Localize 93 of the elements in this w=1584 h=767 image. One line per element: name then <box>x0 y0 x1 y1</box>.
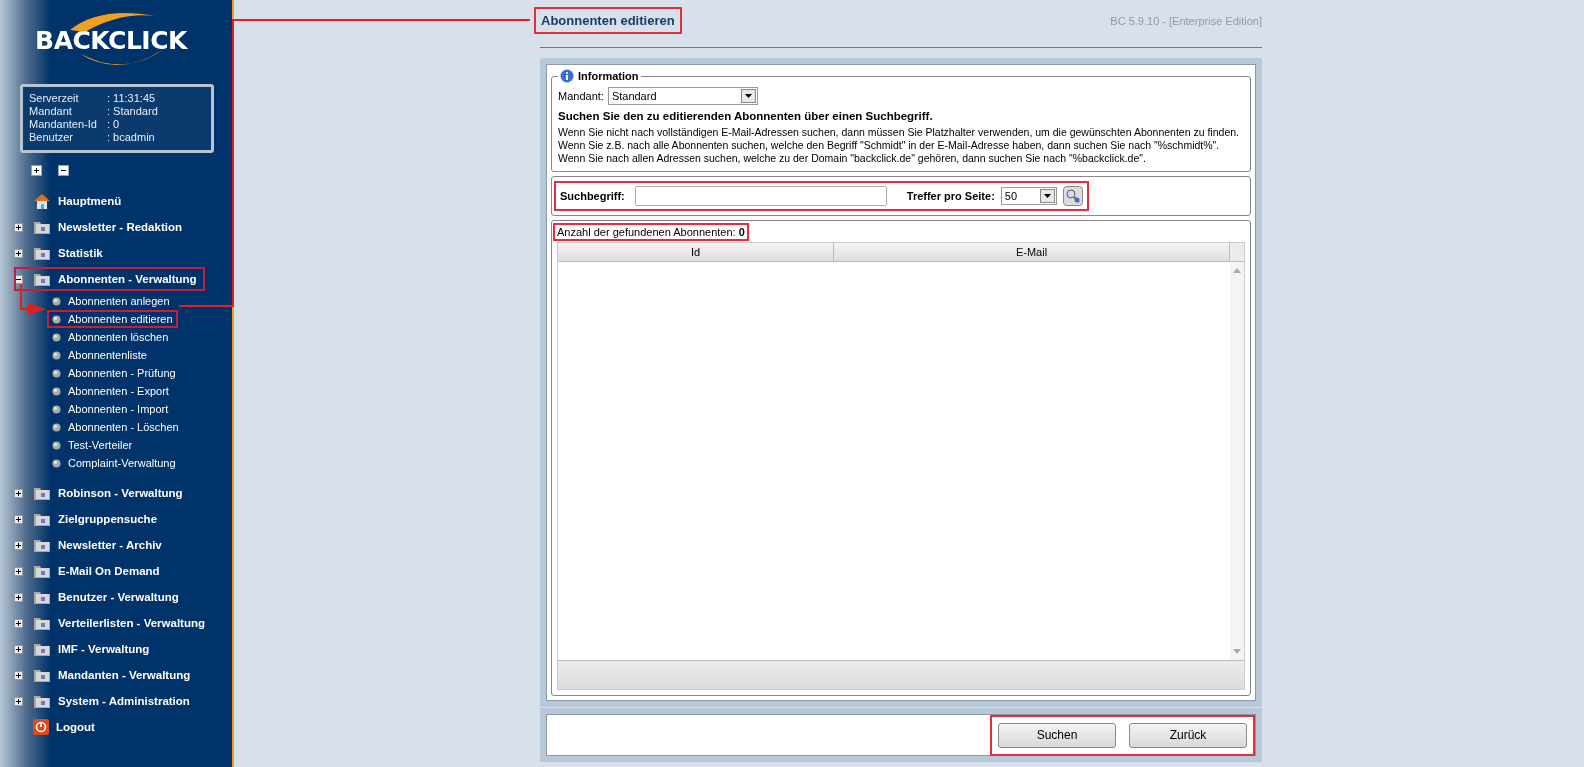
info-value: : 11:31:45 <box>107 92 157 105</box>
submenu-item[interactable]: Abonnenten - Löschen <box>47 418 184 436</box>
info-label: Mandanten-Id <box>29 118 98 131</box>
folder-icon <box>33 589 51 605</box>
bullet-icon <box>52 368 61 378</box>
submenu-item[interactable]: Abonnenten löschen <box>47 328 174 346</box>
expand-icon[interactable] <box>14 670 23 680</box>
info-value: : bcadmin <box>107 131 156 144</box>
expand-icon[interactable] <box>14 540 23 550</box>
search-field[interactable] <box>634 186 887 206</box>
menu-item[interactable]: IMF - Verwaltung <box>27 637 158 661</box>
folder-icon <box>33 271 51 287</box>
version-label: BC 5.9.10 - [Enterprise Edition] <box>1110 14 1262 27</box>
info-value: : 0 <box>107 118 121 131</box>
folder-icon <box>33 219 51 235</box>
info-label: Benutzer <box>29 131 75 144</box>
info-value: : Standard <box>107 105 159 118</box>
submenu-item[interactable]: Abonnenten anlegen <box>47 292 175 310</box>
submenu-item[interactable]: Abonnenten editieren <box>47 310 178 328</box>
action-button[interactable]: Zurück <box>1129 722 1247 748</box>
bullet-icon <box>52 314 61 324</box>
expand-icon[interactable] <box>14 644 23 654</box>
mandant-label: Mandant: <box>558 90 604 102</box>
house-icon <box>33 192 51 210</box>
expand-icon[interactable] <box>14 248 23 258</box>
menu-item[interactable]: Abonnenten - Verwaltung <box>14 267 205 291</box>
bullet-icon <box>52 350 61 360</box>
submenu-item[interactable]: Abonnenten - Prüfung <box>47 364 181 382</box>
submenu-item[interactable]: Complaint-Verwaltung <box>47 454 181 472</box>
expand-icon[interactable] <box>14 514 23 524</box>
menu-item[interactable]: Logout <box>27 715 103 739</box>
expand-icon[interactable] <box>14 592 23 602</box>
search-button-icon[interactable] <box>1062 186 1083 206</box>
annotation-arrow <box>20 283 46 315</box>
folder-icon <box>33 245 51 261</box>
menu-item[interactable]: Newsletter - Redaktion <box>27 215 190 239</box>
menu-item[interactable]: Newsletter - Archiv <box>27 533 170 557</box>
folder-icon <box>33 641 51 657</box>
search-label: Suchbegriff: <box>560 190 625 202</box>
column-header[interactable]: Id <box>558 243 834 262</box>
expand-icon[interactable] <box>14 618 23 628</box>
page-title: Abonnenten editieren <box>534 7 682 34</box>
instruction-heading: Suchen Sie den zu editierenden Abonnenten über einen Suchbegriff. <box>558 110 934 122</box>
menu-item[interactable]: Zielgruppensuche <box>27 507 166 531</box>
info-icon <box>560 69 574 83</box>
collapse-icon[interactable] <box>14 274 23 284</box>
action-button[interactable]: Suchen <box>998 722 1116 748</box>
bullet-icon <box>52 296 61 306</box>
folder-icon <box>33 615 51 631</box>
menu-item[interactable]: Mandanten - Verwaltung <box>27 663 199 687</box>
mandant-select[interactable]: Standard <box>607 87 758 105</box>
dropdown-icon <box>740 89 756 103</box>
bullet-icon <box>52 440 61 450</box>
menu-item[interactable]: System - Administration <box>27 689 198 713</box>
results-count: Anzahl der gefundenen Abonnenten: 0 <box>553 223 749 241</box>
expand-icon[interactable] <box>14 566 23 576</box>
folder-icon <box>33 693 51 709</box>
submenu-item[interactable]: Abonnentenliste <box>47 346 152 364</box>
expand-icon[interactable] <box>14 488 23 498</box>
info-label: Mandant <box>29 105 73 118</box>
dropdown-icon <box>1039 189 1055 203</box>
submenu-item[interactable]: Abonnenten - Export <box>47 382 174 400</box>
column-header[interactable]: E-Mail <box>834 243 1230 262</box>
bullet-icon <box>52 332 61 342</box>
expand-all-icon[interactable] <box>31 165 42 176</box>
submenu-item[interactable]: Abonnenten - Import <box>47 400 174 418</box>
folder-icon <box>33 537 51 553</box>
menu-item[interactable]: Hauptmenü <box>27 188 130 214</box>
header-filler <box>1230 243 1244 262</box>
info-label: Serverzeit <box>29 92 80 105</box>
collapse-all-icon[interactable] <box>58 165 69 176</box>
folder-icon <box>33 485 51 501</box>
submenu-item[interactable]: Test-Verteiler <box>47 436 138 454</box>
per-page-select[interactable]: 50 <box>1000 187 1057 205</box>
menu-item[interactable]: Benutzer - Verwaltung <box>27 585 187 609</box>
group-legend: Information <box>578 70 639 82</box>
bullet-icon <box>52 404 61 414</box>
menu-item[interactable]: Statistik <box>27 241 111 265</box>
folder-icon <box>33 511 51 527</box>
folder-icon <box>33 563 51 579</box>
logo: BACKCLICK <box>35 25 187 55</box>
instruction-text: Wenn Sie nicht nach vollständigen E-Mail-Adressen suchen, dann müssen Sie Platzhalter verwenden, um die gewünschten Abonnenten zu finden. Wenn Sie z.B. nach alle Abonnenten suchen, welche den Begriff "Schmidt" in der E-Mail-Adresse haben, dann suchen Sie nach "%schmidt%". Wenn Sie nach allen Adressen suchen, welche zu der Domain "backclick.de" gehören, dann suchen Sie nach "%backclick.de". <box>558 126 1240 165</box>
folder-icon <box>33 667 51 683</box>
bullet-icon <box>52 458 61 468</box>
expand-icon[interactable] <box>14 696 23 706</box>
menu-item[interactable]: Verteilerlisten - Verwaltung <box>27 611 213 635</box>
per-page-label: Treffer pro Seite: <box>906 190 995 202</box>
menu-item[interactable]: Robinson - Verwaltung <box>27 481 191 505</box>
bullet-icon <box>52 422 61 432</box>
expand-icon[interactable] <box>14 222 23 232</box>
menu-item[interactable]: E-Mail On Demand <box>27 559 168 583</box>
bullet-icon <box>52 386 61 396</box>
power-icon <box>33 719 49 735</box>
